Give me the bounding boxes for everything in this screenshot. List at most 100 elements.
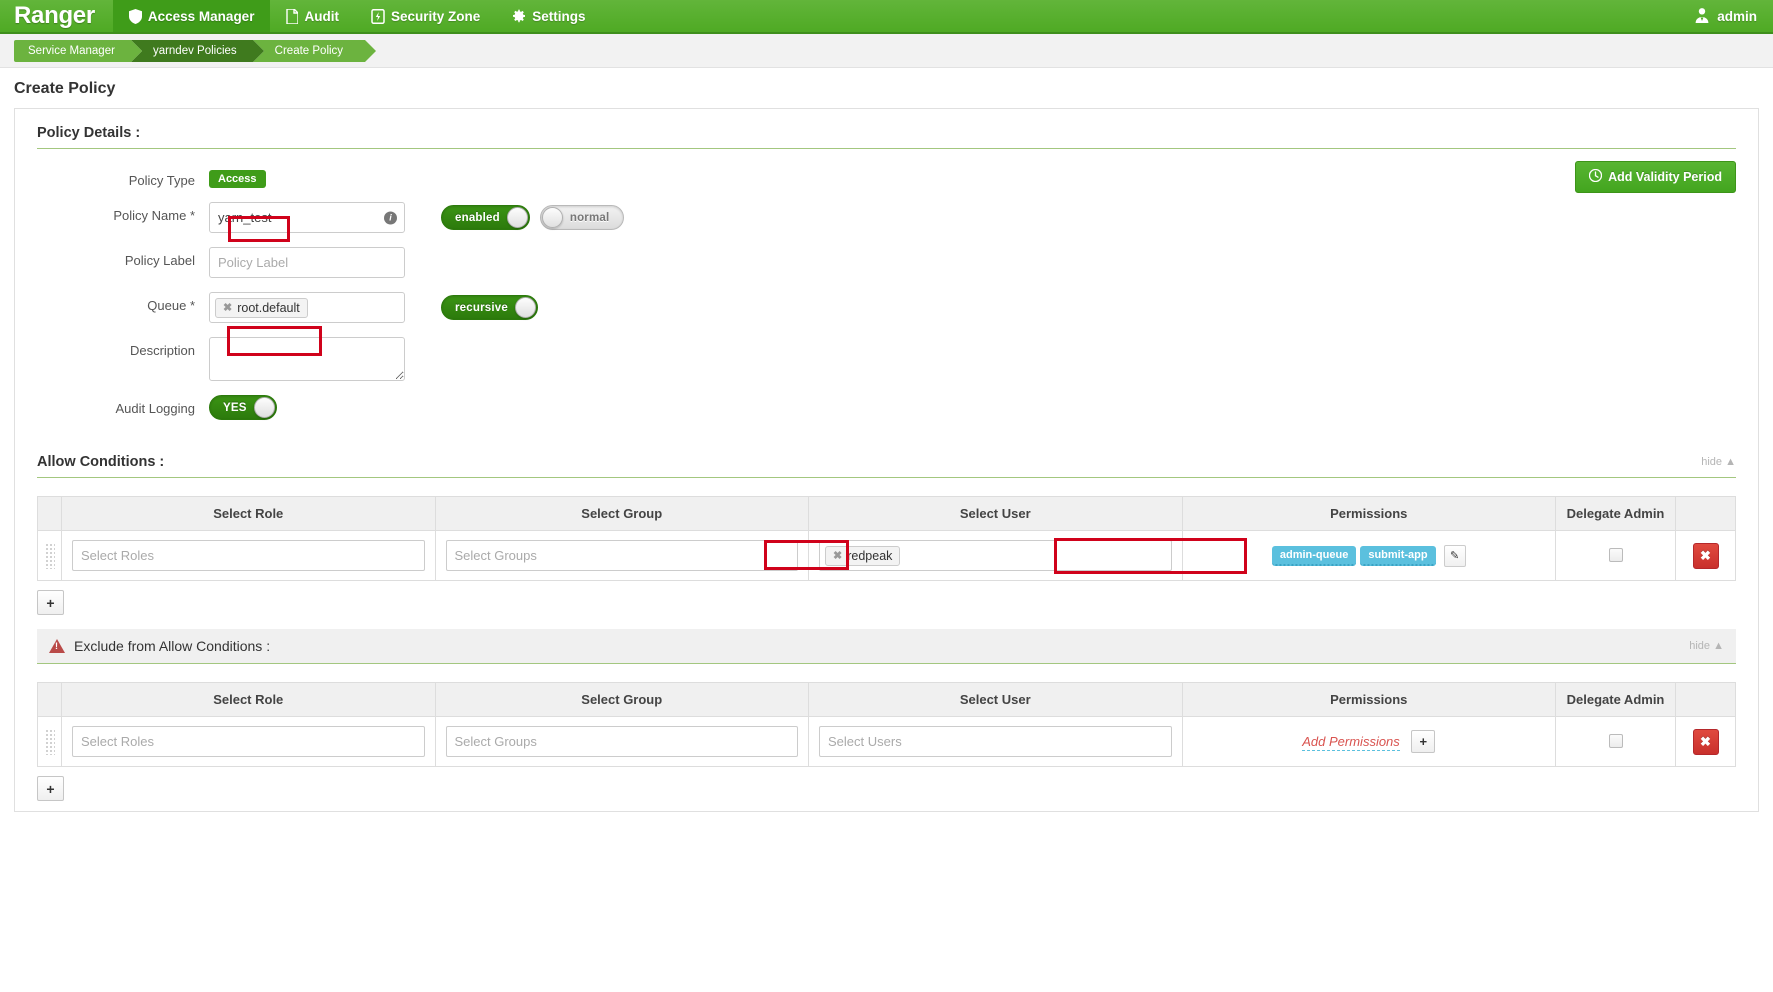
drag-column-header <box>37 682 62 717</box>
policy-name-input-wrap: i <box>209 202 405 233</box>
user-token[interactable]: ✖ redpeak <box>825 545 901 566</box>
allow-conditions-table-wrap: Select Role Select Group Select User Per… <box>37 496 1736 615</box>
create-policy-panel: Policy Details : Add Validity Period Pol… <box>14 108 1759 812</box>
breadcrumb-label: Service Manager <box>28 44 115 57</box>
gear-icon <box>512 9 526 23</box>
hide-label: hide <box>1701 456 1723 468</box>
allow-conditions-hide-link[interactable]: hide ▲ <box>1701 456 1736 468</box>
breadcrumb: Service Manager yarndev Policies Create … <box>14 39 377 62</box>
add-exclude-condition-row-button[interactable]: + <box>37 776 64 801</box>
policy-enabled-toggle[interactable]: enabled <box>441 205 530 230</box>
breadcrumb-item-service-manager[interactable]: Service Manager <box>14 39 142 62</box>
exclude-conditions-table: Select Role Select Group Select User Per… <box>37 682 1736 767</box>
description-label: Description <box>129 343 195 358</box>
delete-row-button[interactable]: ✖ <box>1692 728 1719 755</box>
user-name: admin <box>1717 8 1757 24</box>
top-navigation-bar: Ranger Access Manager Audit Security Zon… <box>0 0 1773 34</box>
user-avatar-icon <box>1694 7 1710 26</box>
queue-token[interactable]: ✖ root.default <box>215 297 308 318</box>
table-row: ✖ redpeak admin-queue submit-app ✎ <box>37 530 1736 581</box>
drag-handle-cell[interactable] <box>37 530 62 581</box>
user-menu[interactable]: admin <box>1678 0 1773 32</box>
policy-normal-toggle[interactable]: normal <box>539 205 625 230</box>
add-validity-period-label: Add Validity Period <box>1608 170 1722 184</box>
policy-details-form: Add Validity Period Policy Type Access P… <box>37 153 1736 440</box>
column-header-select-group: Select Group <box>434 496 809 531</box>
allow-conditions-heading: Allow Conditions : hide ▲ <box>37 454 1736 478</box>
select-groups-input[interactable] <box>445 726 798 757</box>
app-logo[interactable]: Ranger <box>0 0 113 32</box>
column-header-actions <box>1675 682 1736 717</box>
queue-select-field[interactable]: ✖ root.default <box>209 292 405 323</box>
add-permissions-link[interactable]: Add Permissions <box>1302 734 1400 751</box>
column-header-delegate-admin: Delegate Admin <box>1555 682 1676 717</box>
column-header-select-role: Select Role <box>61 496 436 531</box>
drag-handle-icon[interactable] <box>44 728 55 755</box>
audit-logging-label: Audit Logging <box>115 401 195 416</box>
permission-badges: admin-queue submit-app ✎ <box>1271 544 1466 567</box>
user-token-label: redpeak <box>847 548 893 563</box>
permissions-cell: Add Permissions + <box>1181 716 1556 767</box>
nav-label: Settings <box>532 8 586 24</box>
delegate-admin-checkbox[interactable] <box>1608 734 1623 749</box>
bolt-icon <box>371 8 385 24</box>
remove-token-icon[interactable]: ✖ <box>833 549 842 562</box>
toggle-knob <box>514 297 536 318</box>
info-icon[interactable]: i <box>384 211 397 224</box>
recursive-toggle[interactable]: recursive <box>441 295 538 320</box>
nav-item-audit[interactable]: Audit <box>270 0 355 32</box>
nav-item-settings[interactable]: Settings <box>496 0 601 32</box>
policy-name-input[interactable] <box>209 202 405 233</box>
file-icon <box>286 8 299 24</box>
select-user-cell <box>808 716 1183 767</box>
policy-label-input[interactable] <box>209 247 405 278</box>
pencil-icon[interactable]: ✎ <box>1443 544 1466 567</box>
column-header-select-user: Select User <box>808 496 1183 531</box>
warning-triangle-icon <box>49 639 65 653</box>
nav-item-security-zone[interactable]: Security Zone <box>355 0 496 32</box>
select-role-cell <box>61 530 436 581</box>
description-textarea[interactable] <box>209 337 405 381</box>
delegate-admin-cell <box>1555 716 1676 767</box>
add-allow-condition-row-button[interactable]: + <box>37 590 64 615</box>
policy-type-row: Policy Type Access <box>37 167 1736 188</box>
permission-badge: admin-queue <box>1271 545 1357 566</box>
hide-label: hide <box>1689 640 1711 652</box>
select-group-cell <box>434 716 809 767</box>
drag-handle-icon[interactable] <box>44 542 55 569</box>
select-users-field[interactable]: ✖ redpeak <box>819 540 1172 571</box>
remove-token-icon[interactable]: ✖ <box>223 301 232 314</box>
add-permissions-button[interactable]: + <box>1411 730 1436 753</box>
column-header-select-user: Select User <box>808 682 1183 717</box>
breadcrumb-item-yarndev-policies[interactable]: yarndev Policies <box>130 39 264 62</box>
page-title: Create Policy <box>14 80 116 97</box>
exclude-conditions-heading: Exclude from Allow Conditions : hide ▲ <box>37 629 1736 664</box>
table-header-row: Select Role Select Group Select User Per… <box>37 496 1736 531</box>
select-groups-input[interactable] <box>445 540 798 571</box>
policy-name-row: Policy Name * i enabled normal <box>37 202 1736 233</box>
allow-conditions-heading-label: Allow Conditions : <box>37 454 165 470</box>
policy-details-heading: Policy Details : <box>37 125 1736 149</box>
queue-label: Queue * <box>147 298 195 313</box>
delete-row-button[interactable]: ✖ <box>1692 542 1719 569</box>
breadcrumb-bar: Service Manager yarndev Policies Create … <box>0 34 1773 68</box>
policy-label-row: Policy Label <box>37 247 1736 278</box>
column-header-actions <box>1675 496 1736 531</box>
breadcrumb-item-create-policy[interactable]: Create Policy <box>252 39 377 62</box>
nav-item-access-manager[interactable]: Access Manager <box>112 0 271 32</box>
nav-label: Audit <box>304 8 339 24</box>
add-validity-period-button[interactable]: Add Validity Period <box>1575 161 1736 193</box>
delegate-admin-checkbox[interactable] <box>1608 548 1623 563</box>
select-roles-input[interactable] <box>72 726 425 757</box>
permission-badge: submit-app <box>1360 545 1436 566</box>
drag-handle-cell[interactable] <box>37 716 62 767</box>
nav-label: Access Manager <box>147 8 255 24</box>
policy-type-label: Policy Type <box>128 173 195 188</box>
exclude-conditions-hide-link[interactable]: hide ▲ <box>1689 640 1724 652</box>
select-roles-input[interactable] <box>72 540 425 571</box>
description-row: Description <box>37 337 1736 381</box>
select-users-input[interactable] <box>819 726 1172 757</box>
audit-logging-toggle[interactable]: YES <box>209 395 277 420</box>
nav-label: Security Zone <box>390 8 481 24</box>
breadcrumb-label: yarndev Policies <box>152 44 237 57</box>
